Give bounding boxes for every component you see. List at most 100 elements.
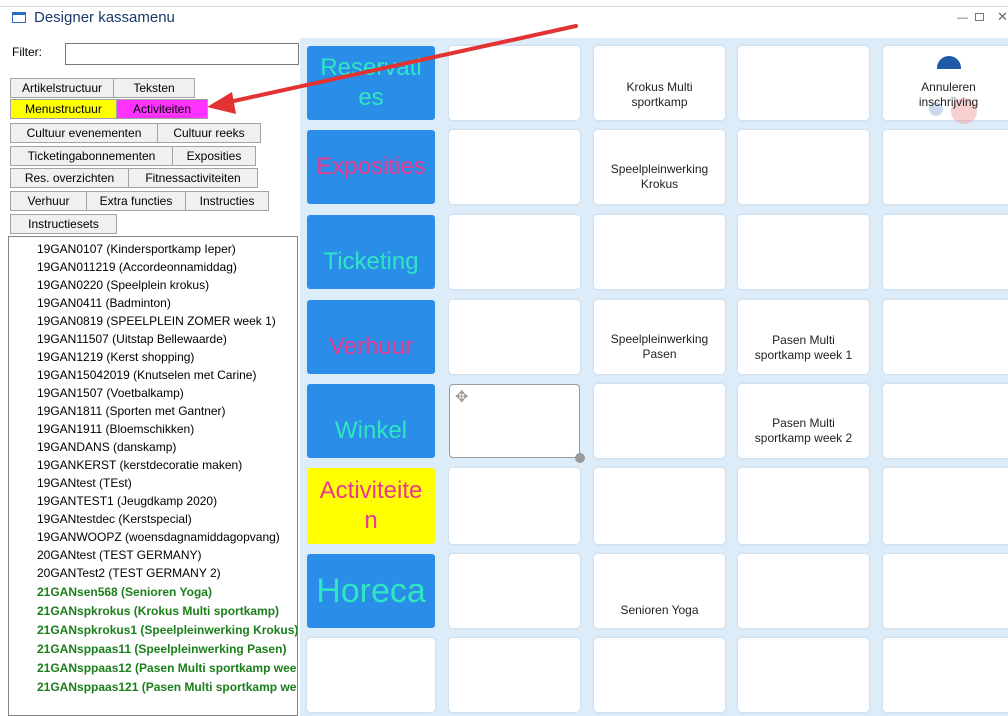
menu-button[interactable] bbox=[594, 638, 725, 712]
menu-button-annuleren-inschrijving[interactable]: Annuleren inschrijving bbox=[883, 46, 1008, 124]
list-item[interactable]: 19GANKERST (kerstdecoratie maken) bbox=[37, 456, 242, 474]
menu-button-pasen-multi-sportkamp-week-1[interactable]: Pasen Multi sportkamp week 1 bbox=[738, 300, 869, 374]
tab-extra-functies[interactable]: Extra functies bbox=[86, 191, 186, 211]
list-item[interactable]: 21GANsppaas121 (Pasen Multi sportkamp we… bbox=[37, 678, 297, 696]
activity-list[interactable]: 19GAN0107 (Kindersportkamp Ieper) 19GAN0… bbox=[8, 236, 298, 716]
category-activiteiten[interactable]: Activiteite n bbox=[307, 468, 435, 544]
button-label: sportkamp bbox=[631, 95, 688, 109]
filter-input[interactable] bbox=[65, 43, 299, 65]
menu-button[interactable] bbox=[449, 130, 580, 204]
tab-artikelstructuur[interactable]: Artikelstructuur bbox=[10, 78, 114, 98]
list-item[interactable]: 20GANTest2 (TEST GERMANY 2) bbox=[37, 564, 221, 582]
tab-cultuur-reeks[interactable]: Cultuur reeks bbox=[157, 123, 261, 143]
menu-button-selected[interactable]: ✥ bbox=[449, 384, 585, 463]
list-item[interactable]: 19GAN1911 (Bloemschikken) bbox=[37, 420, 194, 438]
tab-activiteiten[interactable]: Activiteiten bbox=[116, 99, 208, 119]
tab-fitnessactiviteiten[interactable]: Fitnessactiviteiten bbox=[128, 168, 258, 188]
category-verhuur[interactable]: Verhuur bbox=[307, 300, 435, 374]
button-label: Senioren Yoga bbox=[620, 603, 699, 617]
menu-button[interactable] bbox=[738, 638, 869, 712]
category-label: Winkel bbox=[334, 417, 407, 444]
list-item[interactable]: 19GAN0411 (Badminton) bbox=[37, 294, 171, 312]
list-item[interactable]: 21GANspkrokus1 (Speelpleinwerking Krokus… bbox=[37, 621, 297, 639]
menu-button[interactable] bbox=[883, 215, 1008, 289]
menu-grid: Reservati es Exposities Ticketing Verhuur… bbox=[300, 38, 1008, 716]
list-item[interactable]: 20GANtest (TEST GERMANY) bbox=[37, 546, 201, 564]
tab-res-overzichten[interactable]: Res. overzichten bbox=[10, 168, 129, 188]
menu-button[interactable] bbox=[738, 468, 869, 544]
tab-instructiesets[interactable]: Instructiesets bbox=[10, 214, 117, 234]
menu-button[interactable] bbox=[883, 300, 1008, 374]
close-button[interactable]: ✕ bbox=[997, 9, 1008, 25]
list-item[interactable]: 19GAN15042019 (Knutselen met Carine) bbox=[37, 366, 256, 384]
category-reservaties[interactable]: Reservati es bbox=[307, 46, 435, 120]
tab-instructies[interactable]: Instructies bbox=[185, 191, 269, 211]
tab-verhuur[interactable]: Verhuur bbox=[10, 191, 87, 211]
menu-button-speelpleinwerking-pasen[interactable]: Speelpleinwerking Pasen bbox=[594, 300, 725, 374]
menu-button[interactable] bbox=[738, 46, 869, 120]
list-item[interactable]: 19GAN0220 (Speelplein krokus) bbox=[37, 276, 209, 294]
list-item[interactable]: 19GANDANS (danskamp) bbox=[37, 438, 176, 456]
menu-button[interactable] bbox=[738, 215, 869, 289]
category-horeca[interactable]: Horeca bbox=[307, 554, 435, 628]
menu-button-pasen-multi-sportkamp-week-2[interactable]: Pasen Multi sportkamp week 2 bbox=[738, 384, 869, 458]
menu-button[interactable] bbox=[594, 384, 725, 458]
list-item[interactable]: 21GANspkrokus (Krokus Multi sportkamp) bbox=[37, 602, 279, 620]
button-label: Speelpleinwerking bbox=[610, 162, 709, 176]
resize-handle[interactable] bbox=[575, 453, 585, 463]
loading-indicator bbox=[937, 56, 961, 69]
menu-button-krokus-multi-sportkamp[interactable]: Krokus Multi sportkamp bbox=[594, 46, 725, 120]
tab-cultuur-evenementen[interactable]: Cultuur evenementen bbox=[10, 123, 158, 143]
list-item[interactable]: 19GANtestdec (Kerstspecial) bbox=[37, 510, 192, 528]
list-item[interactable]: 19GAN0819 (SPEELPLEIN ZOMER week 1) bbox=[37, 312, 276, 330]
menu-button[interactable] bbox=[883, 468, 1008, 544]
menu-button[interactable] bbox=[307, 638, 435, 712]
menu-button[interactable] bbox=[449, 468, 580, 544]
button-label: Krokus Multi bbox=[626, 80, 693, 94]
menu-button-speelpleinwerking-krokus[interactable]: Speelpleinwerking Krokus bbox=[594, 130, 725, 204]
menu-button-senioren-yoga[interactable]: Senioren Yoga bbox=[594, 554, 725, 628]
menu-button[interactable] bbox=[449, 215, 580, 289]
menu-button[interactable] bbox=[738, 554, 869, 628]
menu-button[interactable] bbox=[738, 130, 869, 204]
list-item[interactable]: 19GANTEST1 (Jeugdkamp 2020) bbox=[37, 492, 217, 510]
list-item[interactable]: 19GAN1507 (Voetbalkamp) bbox=[37, 384, 184, 402]
list-item[interactable]: 21GANsppaas12 (Pasen Multi sportkamp wee… bbox=[37, 659, 297, 677]
category-winkel[interactable]: Winkel bbox=[307, 384, 435, 458]
category-label: Horeca bbox=[316, 572, 426, 610]
menu-button[interactable] bbox=[449, 554, 580, 628]
tab-teksten[interactable]: Teksten bbox=[113, 78, 195, 98]
category-label-part: es bbox=[358, 84, 384, 111]
maximize-button[interactable] bbox=[975, 13, 984, 21]
menu-button[interactable] bbox=[883, 638, 1008, 712]
category-label-part: Activiteite bbox=[319, 477, 423, 504]
move-icon[interactable]: ✥ bbox=[455, 387, 468, 407]
menu-button[interactable] bbox=[449, 46, 580, 120]
category-exposities[interactable]: Exposities bbox=[307, 130, 435, 204]
menu-button[interactable] bbox=[883, 554, 1008, 628]
menu-button[interactable] bbox=[449, 300, 580, 374]
list-item[interactable]: 19GANWOOPZ (woensdagnamiddagopvang) bbox=[37, 528, 280, 546]
list-item[interactable]: 19GAN011219 (Accordeonnamiddag) bbox=[37, 258, 237, 276]
menu-button[interactable] bbox=[449, 638, 580, 712]
category-ticketing[interactable]: Ticketing bbox=[307, 215, 435, 289]
list-item[interactable]: 21GANsppaas11 (Speelpleinwerking Pasen) bbox=[37, 640, 286, 658]
list-item[interactable]: 19GAN0107 (Kindersportkamp Ieper) bbox=[37, 240, 236, 258]
list-item[interactable]: 19GAN11507 (Uitstap Bellewaarde) bbox=[37, 330, 227, 348]
list-item[interactable]: 19GANtest (TEst) bbox=[37, 474, 132, 492]
tab-menustructuur[interactable]: Menustructuur bbox=[10, 99, 117, 119]
menu-button[interactable] bbox=[883, 384, 1008, 458]
menu-button[interactable] bbox=[883, 130, 1008, 204]
tab-exposities[interactable]: Exposities bbox=[172, 146, 256, 166]
list-item[interactable]: 21GANsen568 (Senioren Yoga) bbox=[37, 583, 212, 601]
list-item[interactable]: 19GAN1219 (Kerst shopping) bbox=[37, 348, 194, 366]
window-title: Designer kassamenu bbox=[34, 9, 175, 26]
category-label: Verhuur bbox=[328, 333, 414, 360]
button-label: Krokus bbox=[640, 177, 679, 191]
menu-button[interactable] bbox=[594, 215, 725, 289]
menu-button[interactable] bbox=[594, 468, 725, 544]
tab-ticketingabonnementen[interactable]: Ticketingabonnementen bbox=[10, 146, 173, 166]
list-item[interactable]: 19GAN1811 (Sporten met Gantner) bbox=[37, 402, 226, 420]
minimize-button[interactable]: — bbox=[957, 12, 968, 24]
button-label: Pasen bbox=[642, 347, 677, 361]
